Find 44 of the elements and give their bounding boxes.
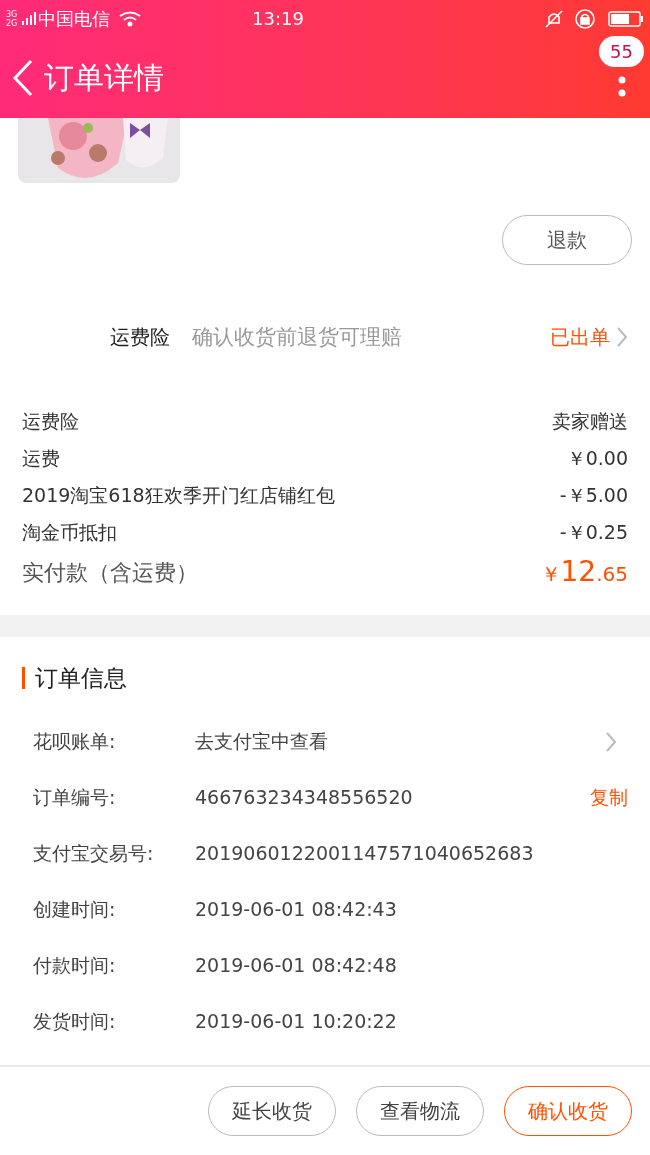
clock: 13:19 bbox=[252, 7, 304, 31]
section-title: 订单信息 bbox=[35, 664, 127, 693]
notification-badge: 55 bbox=[599, 36, 644, 67]
insurance-status: 已出单 bbox=[550, 324, 610, 351]
mute-icon bbox=[544, 8, 564, 29]
chevron-right-icon bbox=[605, 730, 617, 753]
cost-value: -￥5.00 bbox=[559, 482, 628, 508]
cost-label: 运费 bbox=[22, 445, 60, 471]
insurance-label: 运费险 bbox=[110, 324, 170, 351]
cost-label: 2019淘宝618狂欢季开门红店铺红包 bbox=[22, 482, 335, 508]
section-marker bbox=[22, 667, 25, 690]
info-label: 付款时间: bbox=[33, 953, 117, 979]
info-value: 466763234348556520 bbox=[195, 785, 413, 811]
info-value: 2019060122001147571040652683 bbox=[195, 841, 534, 867]
info-label: 支付宝交易号: bbox=[33, 841, 155, 867]
action-button[interactable]: 延长收货 bbox=[208, 1086, 336, 1136]
action-button[interactable]: 查看物流 bbox=[356, 1086, 484, 1136]
total-amount: ￥12.65 bbox=[540, 554, 628, 590]
info-label: 订单编号: bbox=[33, 785, 117, 811]
info-label: 花呗账单: bbox=[33, 729, 117, 755]
info-value: 2019-06-01 10:20:22 bbox=[195, 1009, 397, 1035]
wifi-icon bbox=[118, 10, 142, 27]
info-value[interactable]: 去支付宝中查看 bbox=[195, 727, 328, 756]
cost-label: 运费险 bbox=[22, 408, 79, 434]
battery-icon bbox=[608, 9, 644, 28]
back-icon[interactable] bbox=[12, 58, 34, 97]
info-label: 发货时间: bbox=[33, 1009, 117, 1035]
page-title: 订单详情 bbox=[44, 59, 164, 97]
cost-value: -￥0.25 bbox=[559, 519, 628, 545]
info-value: 2019-06-01 08:42:43 bbox=[195, 897, 397, 923]
info-label: 创建时间: bbox=[33, 897, 117, 923]
insurance-description: 确认收货前退货可理赔 bbox=[192, 324, 403, 350]
rotation-lock-icon bbox=[574, 7, 596, 30]
network-type: 3G 2G bbox=[6, 9, 19, 28]
chevron-right-icon bbox=[616, 326, 628, 348]
info-value: 2019-06-01 08:42:48 bbox=[195, 953, 397, 979]
carrier-name: 中国电信 bbox=[38, 7, 110, 31]
refund-button[interactable]: 退款 bbox=[502, 215, 632, 265]
cost-label: 淘金币抵扣 bbox=[22, 519, 117, 545]
total-label: 实付款（含运费） bbox=[22, 558, 198, 587]
insurance-row[interactable]: 运费险 确认收货前退货可理赔 已出单 bbox=[0, 307, 650, 367]
signal-icon bbox=[22, 11, 36, 26]
cost-value: 卖家赠送 bbox=[552, 408, 628, 434]
cost-value: ￥0.00 bbox=[566, 445, 628, 471]
